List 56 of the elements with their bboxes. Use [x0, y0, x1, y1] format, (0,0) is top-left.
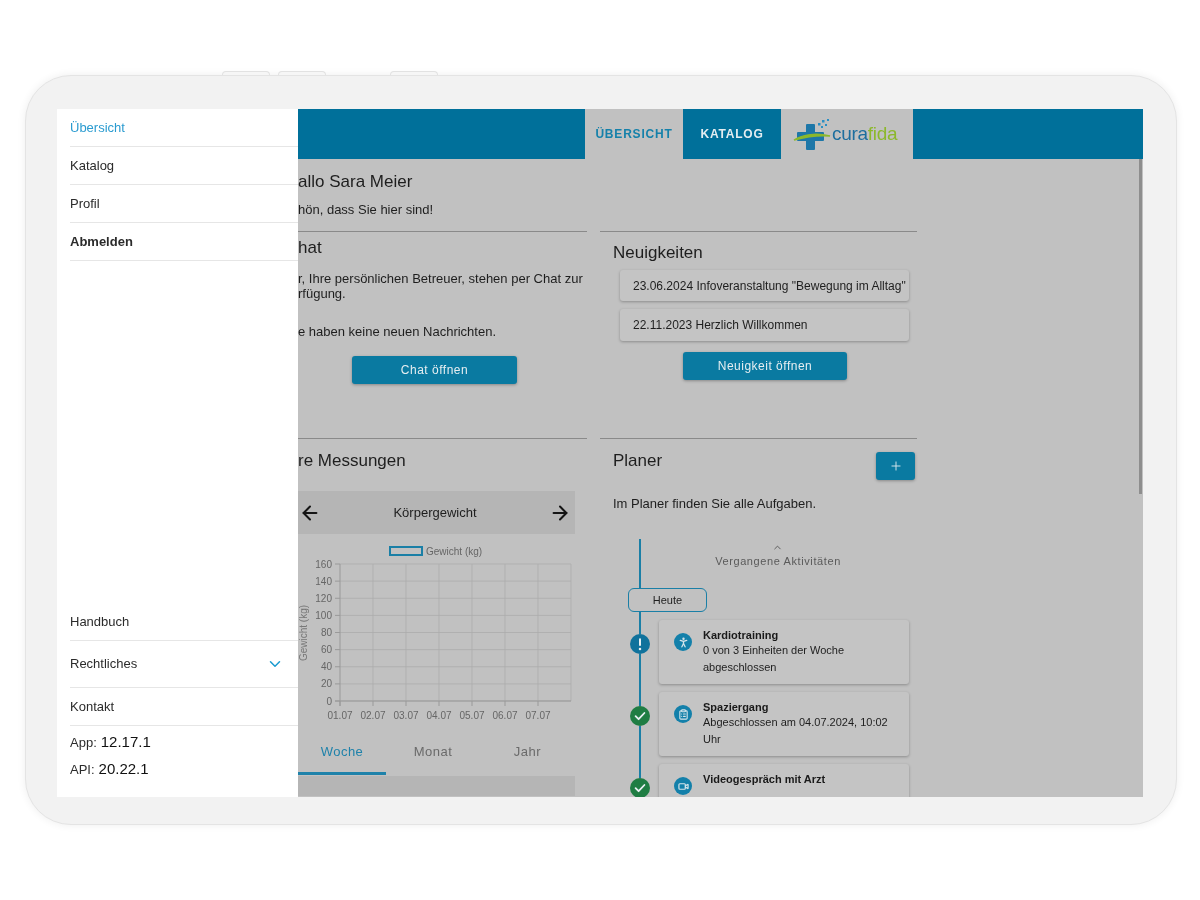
axis-tick-label: 02.07 [360, 710, 386, 721]
header-tab[interactable]: KATALOG [683, 109, 781, 159]
axis-tick-label: 40 [320, 661, 332, 673]
news-item[interactable]: 23.06.2024 Infoveranstaltung "Bewegung im Alltag" [620, 270, 909, 301]
video-camera-icon [674, 777, 692, 795]
version-label: App: [70, 734, 97, 752]
logo-text: curafida [832, 123, 898, 145]
greeting-subtitle: hön, dass Sie hier sind! [298, 202, 435, 218]
activity-card[interactable]: Spaziergang Abgeschlossen am 04.07.2024, 10:02 Uhr [659, 692, 909, 756]
person-icon [674, 633, 692, 651]
axis-tick-label: 03.07 [393, 710, 419, 721]
today-marker: Heute [628, 588, 707, 612]
axis-tick-label: 01.07 [327, 710, 353, 721]
legend-label: Gewicht (kg) [426, 545, 483, 557]
scrollbar-thumb[interactable] [1139, 159, 1142, 494]
section-title: Neuigkeiten [613, 242, 704, 263]
axis-tick-label: 100 [315, 609, 332, 621]
axis-tick-label: 140 [315, 575, 332, 587]
axis-tick-label: 0 [326, 695, 332, 707]
logo-cross-icon [793, 117, 831, 151]
greeting-title: allo Sara Meier [298, 172, 414, 192]
timeline-line [639, 539, 641, 588]
axis-tick-label: 20 [320, 678, 332, 690]
timeline-line [639, 612, 641, 634]
activity-title: Videogespräch mit Arzt [703, 772, 826, 786]
axis-tick-label: 06.07 [492, 710, 518, 721]
axis-tick-label: 120 [315, 592, 332, 604]
section-title: hat [298, 237, 323, 258]
version-number: 12.17.1 [100, 732, 151, 752]
axis-tick-label: 80 [320, 627, 332, 638]
news-item[interactable]: 22.11.2023 Herzlich Willkommen [620, 309, 909, 341]
axis-tick-label: 160 [315, 558, 332, 570]
y-axis-title: Gewicht (kg) [298, 604, 309, 662]
chat-status: e haben keine neuen Nachrichten. [298, 324, 498, 340]
activity-detail: Abgeschlossen am 04.07.2024, 10:02 Uhr [703, 715, 889, 747]
axis-tick-label: 04.07 [426, 710, 452, 721]
chart-title: Körpergewicht [393, 503, 477, 522]
clipboard-icon [674, 705, 692, 723]
activity-title: Kardiotraining [703, 628, 780, 642]
section-title: Planer [613, 451, 663, 471]
version-number: 20.22.1 [98, 759, 149, 779]
activity-card[interactable]: Videogespräch mit Arzt [659, 764, 909, 797]
open-news-button[interactable]: Neuigkeit öffnen [683, 352, 847, 380]
past-activities-button[interactable]: Vergangene Aktivitäten [715, 539, 841, 588]
axis-tick-label: 60 [320, 644, 332, 656]
chat-description: r, Ihre persönlichen Betreuer, stehen per Chat zur rfügung. [298, 271, 584, 301]
axis-tick-label: 07.07 [525, 710, 551, 721]
activity-detail: 0 von 3 Einheiten der Woche abgeschlossen [703, 643, 846, 675]
axis-tick-label: 05.07 [459, 710, 485, 721]
section-title: re Messungen [298, 450, 407, 471]
activity-title: Spaziergang [703, 700, 770, 714]
version-label: API: [70, 761, 95, 779]
activity-card[interactable]: Kardiotraining 0 von 3 Einheiten der Woche abgeschlossen [659, 620, 909, 684]
open-chat-button[interactable]: Chat öffnen [352, 356, 517, 384]
plus-icon [888, 459, 903, 473]
planner-description: Im Planer finden Sie alle Aufgaben. [613, 496, 818, 512]
